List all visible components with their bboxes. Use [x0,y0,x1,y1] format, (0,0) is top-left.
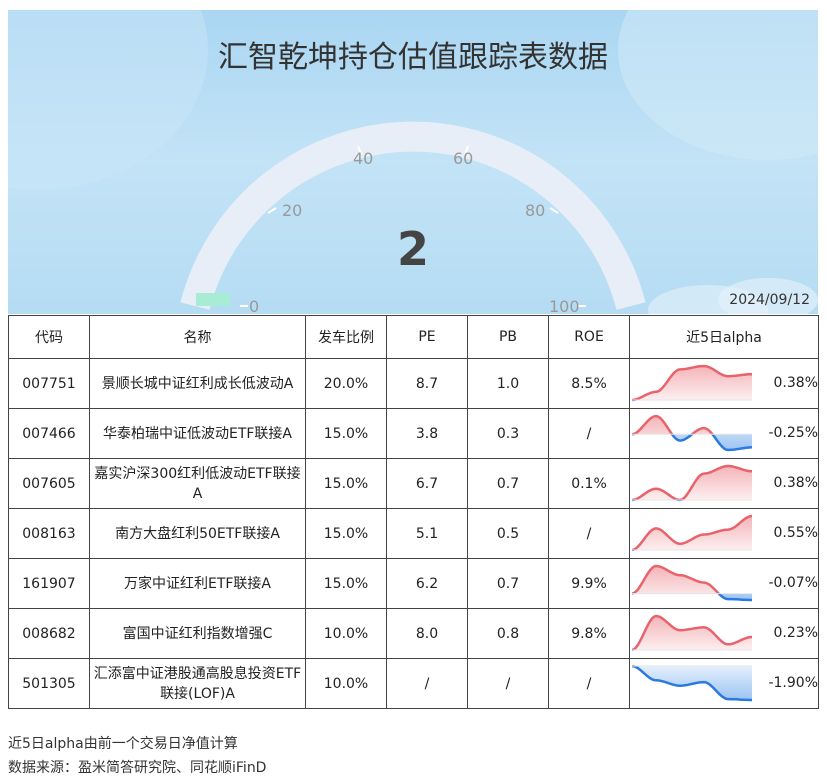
fund-name: 富国中证红利指数增强C [89,608,306,659]
pe-value: 8.0 [386,608,468,659]
alpha-cell: 0.38% [629,358,819,409]
alpha-sparkline [632,514,752,552]
alpha-cell: -0.07% [629,558,819,609]
pe-value: 6.2 [386,558,468,609]
alpha-sparkline [632,464,752,502]
alpha-value: 0.55% [773,525,818,541]
pe-value: 6.7 [386,458,468,509]
pe-value: / [386,658,468,709]
pb-value: 0.7 [467,558,549,609]
roe-value: 0.1% [548,458,630,509]
ratio: 15.0% [305,408,387,459]
gauge-tick-60: 60 [453,149,473,168]
fund-code: 161907 [8,558,90,609]
gauge-tick-100: 100 [549,297,580,314]
table-row: 161907 万家中证红利ETF联接A 15.0% 6.2 0.7 9.9% -0.07% [8,558,819,609]
fund-code: 008682 [8,608,90,659]
alpha-value: 0.23% [773,625,818,641]
gauge-tick-40: 40 [353,149,373,168]
alpha-sparkline [632,414,752,452]
alpha-value: -0.07% [768,575,818,591]
alpha-sparkline [632,614,752,652]
alpha-cell: 0.23% [629,608,819,659]
fund-code: 007605 [8,458,90,509]
pe-value: 8.7 [386,358,468,409]
ratio: 15.0% [305,508,387,559]
gauge-tick-80: 80 [525,201,545,220]
fund-name: 嘉实沪深300红利低波动ETF联接A [89,458,306,509]
column-header-code: 代码 [8,315,90,359]
pb-value: 0.5 [467,508,549,559]
column-header-pb: PB [467,315,549,359]
alpha-value: 0.38% [773,375,818,391]
column-header-alpha: 近5日alpha [629,315,819,359]
column-header-name: 名称 [89,315,306,359]
page-title: 汇智乾坤持仓估值跟踪表数据 [218,40,608,75]
note-source: 数据来源：盈米简答研究院、同花顺iFinD [8,760,267,776]
alpha-cell: -1.90% [629,658,819,709]
holdings-table: 代码 名称 发车比例 PE PB ROE 近5日alpha 007751 景顺长城… [8,315,819,709]
pb-value: / [467,658,549,709]
pb-value: 0.7 [467,458,549,509]
fund-name: 万家中证红利ETF联接A [89,558,306,609]
column-header-pe: PE [386,315,468,359]
fund-code: 007751 [8,358,90,409]
roe-value: 9.8% [548,608,630,659]
table-row: 007605 嘉实沪深300红利低波动ETF联接A 15.0% 6.7 0.7 0.1% 0… [8,458,819,509]
roe-value: / [548,658,630,709]
alpha-value: -1.90% [768,675,818,691]
fund-name: 南方大盘红利50ETF联接A [89,508,306,559]
ratio: 15.0% [305,558,387,609]
table-row: 008163 南方大盘红利50ETF联接A 15.0% 5.1 0.5/ 0.55% [8,508,819,559]
table-row: 007751 景顺长城中证红利成长低波动A 20.0% 8.7 1.0 8.5% 0.38% [8,358,819,409]
roe-value: / [548,508,630,559]
fund-name: 景顺长城中证红利成长低波动A [89,358,306,409]
column-header-ratio: 发车比例 [305,315,387,359]
gauge-value: 2 [396,222,429,276]
pe-value: 5.1 [386,508,468,559]
note-alpha: 近5日alpha由前一个交易日净值计算 [8,736,238,752]
gauge-tick-20: 20 [282,201,302,220]
alpha-sparkline [632,664,752,702]
alpha-sparkline [632,564,752,602]
gauge-panel: 0 20 40 60 80 100 汇智乾坤持仓估值跟踪表数据 2 2024/0… [8,10,818,314]
pb-value: 0.8 [467,608,549,659]
fund-code: 501305 [8,658,90,709]
ratio: 10.0% [305,658,387,709]
fund-name: 汇添富中证港股通高股息投资ETF联接(LOF)A [89,658,306,709]
alpha-value: -0.25% [768,425,818,441]
fund-code: 008163 [8,508,90,559]
ratio: 20.0% [305,358,387,409]
roe-value: 8.5% [548,358,630,409]
fund-name: 华泰柏瑞中证低波动ETF联接A [89,408,306,459]
gauge-tick-0: 0 [249,297,259,314]
date-label: 2024/09/12 [729,292,810,308]
table-row: 501305 汇添富中证港股通高股息投资ETF联接(LOF)A 10.0% / / / -1… [8,658,819,709]
pb-value: 1.0 [467,358,549,409]
gauge-fill [196,293,230,306]
ratio: 10.0% [305,608,387,659]
roe-value: 9.9% [548,558,630,609]
alpha-cell: 0.38% [629,458,819,509]
column-header-roe: ROE [548,315,630,359]
pb-value: 0.3 [467,408,549,459]
ratio: 15.0% [305,458,387,509]
roe-value: / [548,408,630,459]
alpha-cell: -0.25% [629,408,819,459]
fund-code: 007466 [8,408,90,459]
table-row: 007466 华泰柏瑞中证低波动ETF联接A 15.0% 3.8 0.3/ -0.25% [8,408,819,459]
table-header-row: 代码 名称 发车比例 PE PB ROE 近5日alpha [8,315,819,359]
alpha-value: 0.38% [773,475,818,491]
table-row: 008682 富国中证红利指数增强C 10.0% 8.0 0.8 9.8% 0.23% [8,608,819,659]
alpha-cell: 0.55% [629,508,819,559]
pe-value: 3.8 [386,408,468,459]
alpha-sparkline [632,364,752,402]
